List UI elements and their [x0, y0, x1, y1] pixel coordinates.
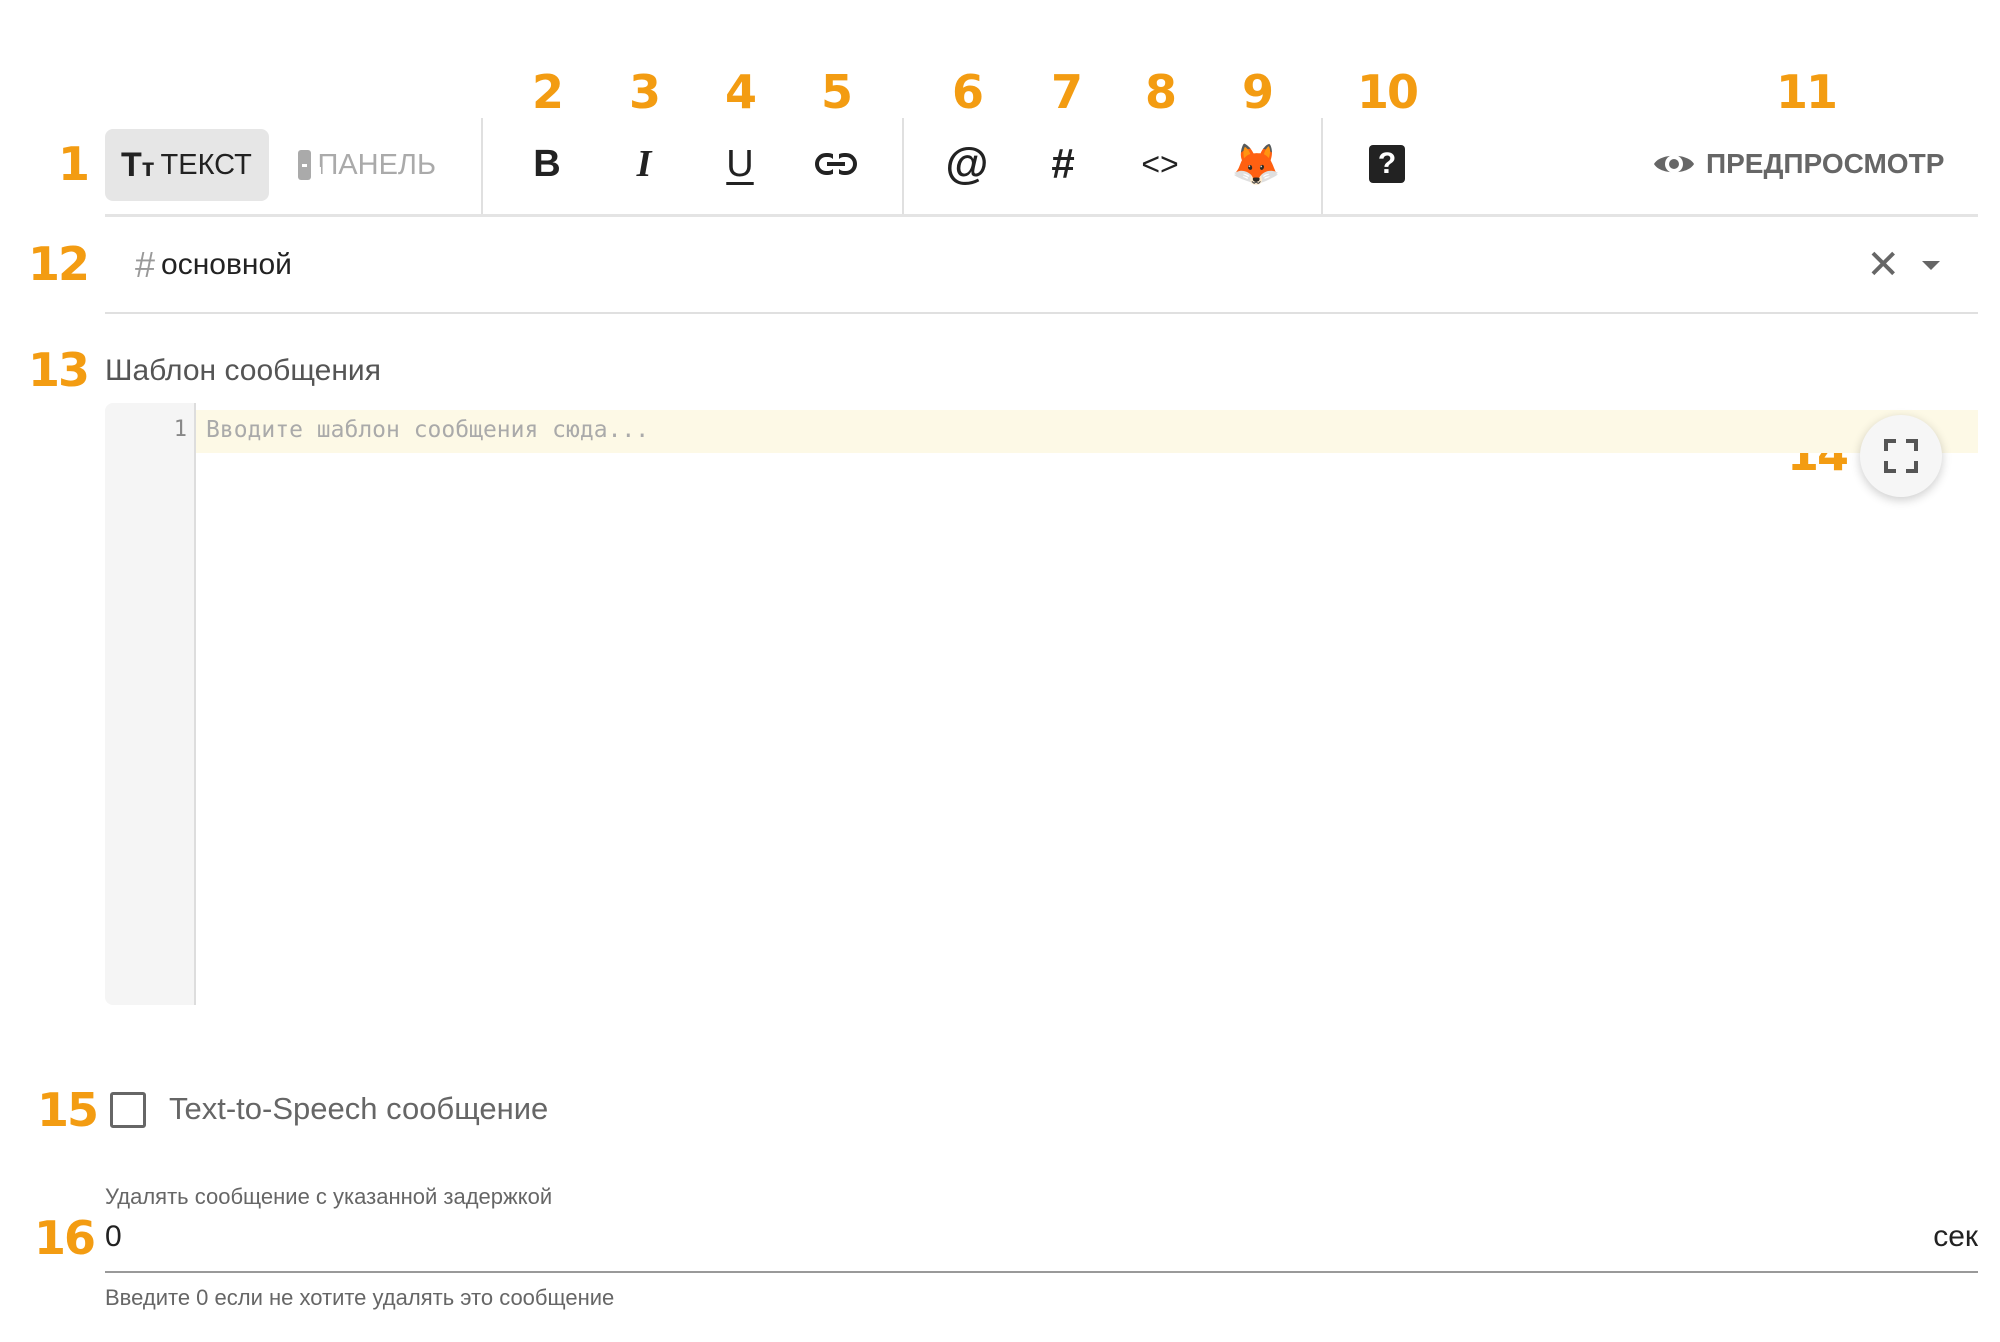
channel-select[interactable]: # основной ✕: [105, 230, 1978, 300]
toolbar-divider: [481, 118, 483, 215]
mode-panel-label: ПАНЕЛЬ: [317, 148, 436, 181]
underline-button[interactable]: U: [710, 134, 770, 194]
annotation-11: 11: [1775, 65, 1838, 119]
channel-underline: [105, 312, 1978, 314]
annotation-10: 10: [1356, 65, 1419, 119]
annotation-8: 8: [1144, 65, 1177, 119]
mention-button[interactable]: @: [937, 134, 997, 194]
code-button[interactable]: <>: [1130, 134, 1190, 194]
annotation-5: 5: [820, 65, 853, 119]
editor-label: Шаблон сообщения: [105, 354, 381, 387]
annotation-12: 12: [27, 237, 90, 291]
italic-icon: I: [636, 143, 652, 185]
annotation-2: 2: [531, 65, 564, 119]
annotation-7: 7: [1050, 65, 1083, 119]
delete-delay-underline: [105, 1271, 1978, 1273]
annotation-4: 4: [724, 65, 757, 119]
help-button[interactable]: ?: [1357, 134, 1417, 194]
mode-panel-button[interactable]: ПАНЕЛЬ: [282, 129, 452, 201]
text-format-icon: Tт: [121, 145, 155, 184]
fullscreen-icon: [1884, 439, 1918, 473]
at-icon: @: [945, 139, 989, 188]
fullscreen-button[interactable]: [1860, 415, 1942, 497]
fox-emoji-icon: 🦊: [1231, 142, 1281, 187]
mode-text-button[interactable]: Tт ТЕКСТ: [105, 129, 269, 201]
channel-value: основной: [161, 248, 292, 281]
link-button[interactable]: [806, 134, 866, 194]
underline-icon: U: [726, 142, 754, 185]
mode-text-label: ТЕКСТ: [160, 148, 252, 181]
eye-icon: [1654, 155, 1694, 173]
annotation-3: 3: [628, 65, 661, 119]
emoji-button[interactable]: 🦊: [1226, 134, 1286, 194]
editor-gutter: [105, 403, 196, 1005]
hash-icon: #: [135, 244, 156, 285]
annotation-13: 13: [27, 343, 90, 397]
chevron-down-icon[interactable]: [1922, 261, 1940, 270]
editor-placeholder: Вводите шаблон сообщения сюда...: [206, 417, 650, 443]
annotation-6: 6: [951, 65, 984, 119]
toolbar-divider: [902, 118, 904, 215]
delete-delay-label: Удалять сообщение с указанной задержкой: [105, 1184, 553, 1209]
bold-icon: B: [533, 142, 561, 185]
italic-button[interactable]: I: [614, 134, 674, 194]
toolbar-divider: [1321, 118, 1323, 215]
annotation-1: 1: [57, 137, 90, 191]
annotation-16: 16: [33, 1211, 96, 1265]
preview-label: ПРЕДПРОСМОТР: [1706, 148, 1945, 179]
channel-button[interactable]: #: [1033, 134, 1093, 194]
line-number: 1: [173, 417, 187, 442]
hash-icon: #: [1051, 140, 1075, 187]
delete-delay-hint: Введите 0 если не хотите удалять это соо…: [105, 1285, 615, 1310]
bold-button[interactable]: B: [517, 134, 577, 194]
panel-icon: [298, 150, 321, 180]
delete-delay-unit: сек: [1933, 1220, 1978, 1253]
code-icon: <>: [1141, 145, 1179, 182]
clear-icon[interactable]: ✕: [1866, 245, 1900, 285]
annotation-15: 15: [36, 1083, 99, 1137]
link-icon: [815, 152, 857, 176]
toolbar-bottom-border: [105, 214, 1978, 217]
help-icon: ?: [1369, 145, 1405, 183]
preview-button[interactable]: ПРЕДПРОСМОТР: [1652, 142, 1944, 186]
tts-checkbox[interactable]: [110, 1092, 146, 1128]
delete-delay-input[interactable]: 0: [105, 1220, 122, 1254]
message-template-editor[interactable]: 1 Вводите шаблон сообщения сюда...: [105, 403, 1978, 1005]
annotation-9: 9: [1241, 65, 1274, 119]
tts-label: Text-to-Speech сообщение: [169, 1091, 549, 1126]
